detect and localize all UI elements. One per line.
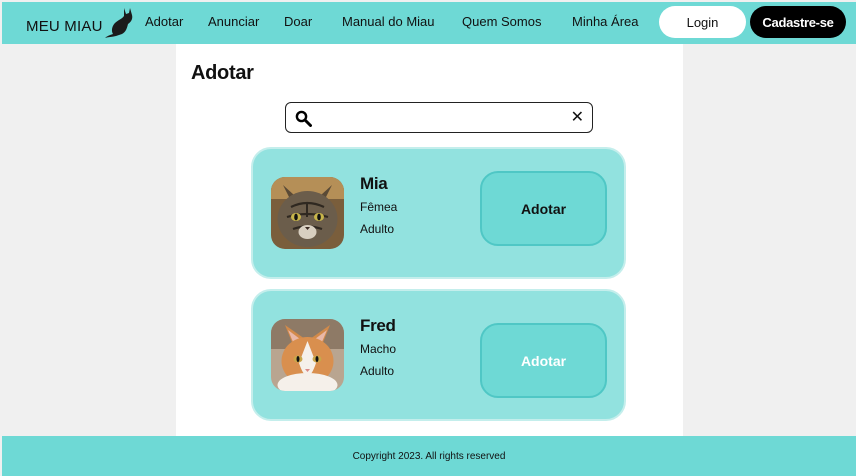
page-title: Adotar — [191, 62, 254, 84]
pet-age: Adulto — [360, 364, 395, 378]
search-input[interactable] — [320, 107, 560, 129]
nav-adotar[interactable]: Adotar — [145, 14, 183, 29]
nav-manual-do-miau[interactable]: Manual do Miau — [342, 14, 435, 29]
pet-sex: Fêmea — [360, 200, 398, 214]
adopt-button[interactable]: Adotar — [480, 323, 607, 398]
pet-card: Mia Fêmea Adulto Adotar — [251, 147, 626, 279]
nav-doar[interactable]: Doar — [284, 14, 312, 29]
app-frame: MEU MIAU Adotar Anunciar Doar Manual do … — [2, 2, 856, 476]
pet-name: Mia — [360, 174, 388, 193]
pet-photo — [271, 319, 344, 391]
nav-quem-somos[interactable]: Quem Somos — [462, 14, 541, 29]
top-navbar: MEU MIAU Adotar Anunciar Doar Manual do … — [2, 2, 856, 44]
login-button[interactable]: Login — [659, 6, 746, 38]
adopt-button[interactable]: Adotar — [480, 171, 607, 246]
cat-logo-icon — [104, 8, 132, 38]
brand-logo[interactable]: MEU MIAU — [26, 8, 134, 40]
signup-button[interactable]: Cadastre-se — [750, 6, 846, 38]
tabby-cat-image — [271, 177, 344, 249]
brand-name: MEU MIAU — [26, 17, 103, 35]
copyright-text: Copyright 2023. All rights reserved — [352, 451, 506, 462]
pet-age: Adulto — [360, 222, 395, 236]
pet-sex: Macho — [360, 342, 397, 356]
pet-photo — [271, 177, 344, 249]
main-content: Adotar ✕ Mia Fêmea Adulto Adotar Fred Ma… — [176, 44, 683, 436]
footer: Copyright 2023. All rights reserved — [2, 436, 856, 476]
pet-card: Fred Macho Adulto Adotar — [251, 289, 626, 421]
nav-anunciar[interactable]: Anunciar — [208, 14, 259, 29]
pet-name: Fred — [360, 316, 396, 335]
search-icon[interactable] — [295, 110, 312, 127]
search-bar: ✕ — [285, 102, 593, 133]
clear-icon[interactable]: ✕ — [571, 109, 584, 127]
orange-white-cat-image — [271, 319, 344, 391]
nav-minha-area[interactable]: Minha Área — [572, 14, 638, 29]
